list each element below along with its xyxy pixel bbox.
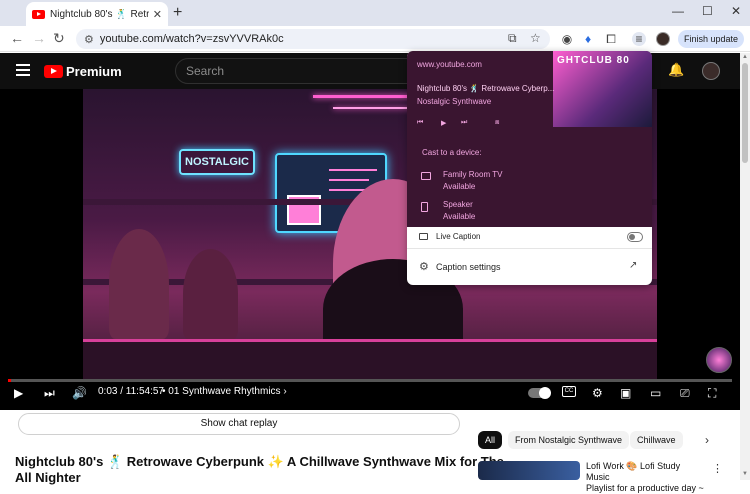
bar-counter (83, 339, 657, 379)
extension-icon-2[interactable]: ♦ (581, 32, 595, 46)
player-controls: ▶ ⏭ 🔊 0:03 / 11:54:57 • 01 Synthwave Rhy… (0, 385, 740, 407)
logo-text: Premium (66, 64, 122, 79)
autoplay-toggle[interactable] (528, 387, 551, 399)
back-icon[interactable]: ← (10, 30, 24, 46)
recommended-title-line2: Playlist for a productive day ~ (586, 483, 704, 493)
watch-page-body: Show chat replay Nightclub 80's 🕺 Retrow… (0, 410, 740, 493)
album-art: GHTCLUB 80 (553, 51, 652, 127)
youtube-favicon-icon (32, 9, 45, 19)
caption-icon (419, 233, 428, 240)
maximize-button[interactable]: ☐ (702, 4, 713, 18)
recommended-title[interactable]: Lofi Work 🎨 Lofi Study Music Playlist fo… (586, 461, 706, 494)
video-title: Nightclub 80's 🕺 Retrowave Cyberpunk ✨ A… (15, 454, 504, 469)
external-link-icon: ↗ (629, 260, 638, 271)
recommended-more-icon[interactable]: ⋮ (712, 462, 723, 475)
address-url[interactable]: youtube.com/watch?v=zsvYVVRAk0c (100, 33, 284, 45)
tab-title: Nightclub 80's 🕺 Retrowave C (50, 8, 149, 20)
search-input[interactable]: Search (175, 58, 415, 84)
tv-icon (421, 172, 431, 180)
close-window-button[interactable]: ✕ (731, 4, 741, 18)
caption-settings-label: Caption settings (436, 262, 501, 272)
next-track-icon[interactable]: ⏭ (461, 119, 467, 127)
show-chat-replay-button[interactable]: Show chat replay (18, 413, 460, 435)
video-title-line2: All Nighter (15, 470, 81, 485)
subtitles-button[interactable]: CC (562, 386, 576, 397)
profile-avatar[interactable] (656, 32, 670, 46)
cast-to-device-label: Cast to a device: (422, 148, 482, 157)
chip-from-nostalgic-synthwave[interactable]: From Nostalgic Synthwave (508, 431, 630, 449)
settings-gear-icon[interactable]: ⚙ (592, 385, 603, 401)
chapter-title[interactable]: • 01 Synthwave Rhythmics › (162, 386, 287, 397)
progress-bar[interactable] (8, 379, 732, 382)
live-caption-label: Live Caption (436, 232, 481, 241)
play-icon[interactable]: ▶ (14, 385, 23, 401)
scroll-up-icon[interactable]: ▲ (742, 54, 748, 60)
browser-tab[interactable]: Nightclub 80's 🕺 Retrowave C ✕ (26, 2, 168, 26)
miniplayer-icon[interactable]: ▣ (620, 385, 631, 401)
device-status: Available (443, 182, 476, 191)
media-controls-icon[interactable]: ≡ (632, 32, 646, 46)
previous-track-icon[interactable]: ⏮ (417, 119, 423, 127)
theater-mode-icon[interactable]: ▭ (650, 385, 661, 401)
finish-update-button[interactable]: Finish update ⋮ (678, 30, 744, 62)
media-artist: Nostalgic Synthwave (417, 97, 492, 106)
notifications-bell-icon[interactable]: 🔔 (668, 62, 684, 78)
chapter-arrow-icon: › (283, 386, 287, 397)
hamburger-menu-icon[interactable] (16, 64, 30, 79)
device-status: Available (443, 212, 476, 221)
chips-next-icon[interactable]: › (705, 433, 709, 447)
live-caption-row: Live Caption (407, 227, 652, 249)
browser-toolbar: ← → ↻ ⚙ youtube.com/watch?v=zsvYVVRAk0c … (0, 26, 750, 62)
forward-icon[interactable]: → (32, 30, 46, 46)
media-track-title: Nightclub 80's 🕺 Retrowave Cyberp... (417, 84, 555, 93)
media-controls-popup: GHTCLUB 80 www.youtube.com Nightclub 80'… (407, 51, 652, 285)
live-caption-toggle[interactable] (627, 232, 643, 242)
recommended-thumbnail[interactable] (478, 461, 580, 480)
finish-update-label: Finish update (684, 34, 739, 44)
caption-settings-row[interactable]: ⚙ Caption settings ↗ (407, 249, 652, 285)
minimize-button[interactable]: — (672, 4, 684, 18)
site-info-icon[interactable]: ⚙ (84, 33, 94, 46)
chip-chillwave[interactable]: Chillwave (630, 431, 683, 449)
speaker-icon (421, 202, 428, 212)
cast-icon[interactable]: ⎚ (680, 385, 690, 401)
time-display: 0:03 / 11:54:57 (98, 386, 164, 397)
tab-close-icon[interactable]: ✕ (153, 8, 162, 21)
address-bar[interactable]: ⚙ youtube.com/watch?v=zsvYVVRAk0c ⧉ ☆ (76, 29, 550, 49)
extensions-puzzle-icon[interactable]: ⧠ (604, 32, 618, 46)
nostalgic-neon-sign: NOSTALGIC (179, 149, 255, 175)
chapter-label: • 01 Synthwave Rhythmics (162, 386, 281, 397)
browser-tab-strip: Nightclub 80's 🕺 Retrowave C ✕ + — ☐ ✕ (0, 0, 750, 26)
device-name: Speaker (443, 200, 473, 209)
scrollbar-thumb[interactable] (742, 63, 748, 163)
install-app-icon[interactable]: ⧉ (508, 31, 517, 46)
next-icon[interactable]: ⏭ (44, 385, 55, 401)
chip-all[interactable]: All (478, 431, 503, 449)
reload-icon[interactable]: ↻ (53, 30, 65, 47)
cast-device-speaker[interactable]: Speaker Available (421, 200, 621, 224)
youtube-logo-icon (44, 65, 63, 78)
progress-fill (8, 379, 11, 382)
play-pause-icon[interactable]: ▶ (441, 119, 446, 127)
youtube-premium-logo[interactable]: Premium (44, 64, 122, 79)
album-art-text: GHTCLUB 80 (557, 55, 630, 66)
volume-icon[interactable]: 🔊 (72, 385, 87, 401)
channel-watermark[interactable] (706, 347, 732, 373)
media-site: www.youtube.com (417, 60, 482, 69)
scroll-down-icon[interactable]: ▼ (742, 471, 748, 477)
media-card: GHTCLUB 80 www.youtube.com Nightclub 80'… (407, 51, 652, 227)
new-tab-button[interactable]: + (173, 4, 182, 22)
page-scrollbar[interactable]: ▲ ▼ (740, 53, 750, 480)
picture-in-picture-icon[interactable]: ⧈ (495, 119, 499, 127)
bookmark-star-icon[interactable]: ☆ (530, 31, 541, 45)
fullscreen-icon[interactable]: ⛶ (708, 385, 716, 401)
settings-gear-icon: ⚙ (419, 261, 429, 273)
cast-device-family-room-tv[interactable]: Family Room TV Available (421, 170, 621, 194)
device-name: Family Room TV (443, 170, 503, 179)
account-avatar[interactable] (702, 62, 720, 80)
extension-icon-1[interactable]: ◉ (560, 32, 574, 46)
